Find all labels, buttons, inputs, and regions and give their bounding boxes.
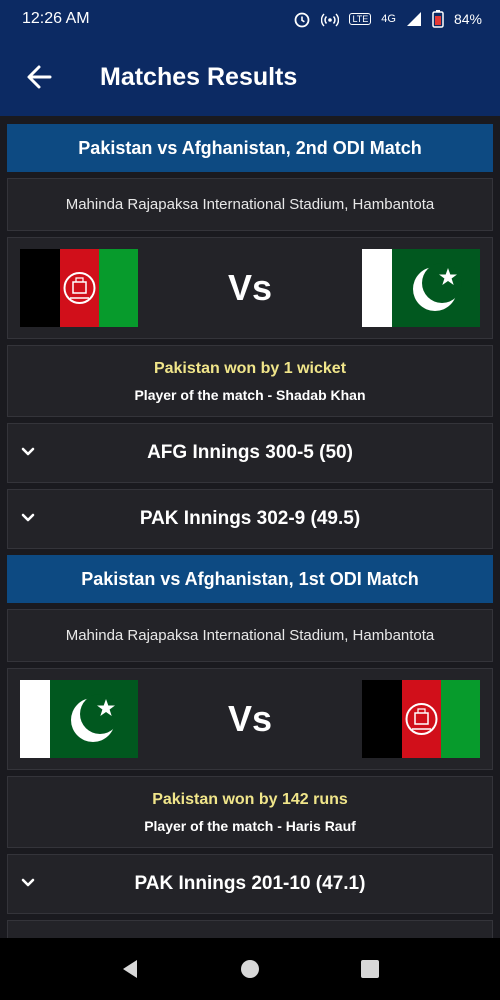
battery-icon xyxy=(432,10,444,28)
innings-label: PAK Innings 201-10 (47.1) xyxy=(134,873,366,894)
innings-expander-partial[interactable] xyxy=(7,920,493,938)
alarm-icon xyxy=(295,12,310,28)
player-of-match: Player of the match - Haris Rauf xyxy=(144,817,356,834)
back-button[interactable] xyxy=(0,38,78,116)
result-card: Pakistan won by 1 wicket Player of the m… xyxy=(7,345,493,417)
page-title: Matches Results xyxy=(100,62,298,91)
match-result: Pakistan won by 1 wicket xyxy=(153,359,347,377)
battery-level: 84% xyxy=(453,11,482,27)
venue-text: Mahinda Rajapaksa International Stadium,… xyxy=(65,196,435,213)
match-item: Pakistan vs Afghanistan, 2nd ODI Match M… xyxy=(7,124,493,549)
volte-badge: LTE xyxy=(349,13,372,25)
pakistan-flag-icon xyxy=(20,680,138,758)
teams-card: Vs xyxy=(7,668,493,770)
match-title: Pakistan vs Afghanistan, 1st ODI Match xyxy=(7,555,493,603)
innings-expander[interactable]: PAK Innings 201-10 (47.1) xyxy=(7,854,493,914)
teams-card: Vs xyxy=(7,237,493,339)
result-card: Pakistan won by 142 runs Player of the m… xyxy=(7,776,493,848)
innings-label: PAK Innings 302-9 (49.5) xyxy=(139,508,361,529)
vs-label: Vs xyxy=(227,267,273,308)
system-nav-bar xyxy=(0,938,500,1000)
hotspot-icon xyxy=(321,13,340,27)
match-item: Pakistan vs Afghanistan, 1st ODI Match M… xyxy=(7,555,493,938)
pakistan-flag-icon xyxy=(361,249,480,327)
circle-home-icon[interactable] xyxy=(239,958,261,980)
square-recents-icon[interactable] xyxy=(359,958,381,980)
venue-text: Mahinda Rajapaksa International Stadium,… xyxy=(65,627,435,644)
innings-expander[interactable]: PAK Innings 302-9 (49.5) xyxy=(7,489,493,549)
match-result: Pakistan won by 142 runs xyxy=(152,790,348,808)
app-bar: Matches Results xyxy=(0,38,500,116)
afghanistan-flag-icon xyxy=(361,680,480,758)
chevron-down-icon xyxy=(21,513,35,522)
status-time: 12:26 AM xyxy=(22,10,90,27)
network-type: 4G xyxy=(381,13,396,25)
arrow-left-icon xyxy=(27,65,52,89)
innings-label: AFG Innings 300-5 (50) xyxy=(147,442,353,463)
player-of-match: Player of the match - Shadab Khan xyxy=(134,386,366,403)
venue-card: Mahinda Rajapaksa International Stadium,… xyxy=(7,609,493,662)
venue-card: Mahinda Rajapaksa International Stadium,… xyxy=(7,178,493,231)
afghanistan-flag-icon xyxy=(20,249,138,327)
matches-list[interactable]: Pakistan vs Afghanistan, 2nd ODI Match M… xyxy=(0,116,500,938)
signal-icon xyxy=(406,12,421,26)
chevron-down-icon xyxy=(21,447,35,456)
vs-label: Vs xyxy=(227,698,273,739)
chevron-down-icon xyxy=(21,878,35,887)
triangle-back-icon[interactable] xyxy=(119,958,141,980)
match-title: Pakistan vs Afghanistan, 2nd ODI Match xyxy=(7,124,493,172)
status-bar: 12:26 AM LTE 4G 84% xyxy=(0,0,500,38)
status-icons: LTE 4G 84% xyxy=(293,10,482,28)
innings-expander[interactable]: AFG Innings 300-5 (50) xyxy=(7,423,493,483)
